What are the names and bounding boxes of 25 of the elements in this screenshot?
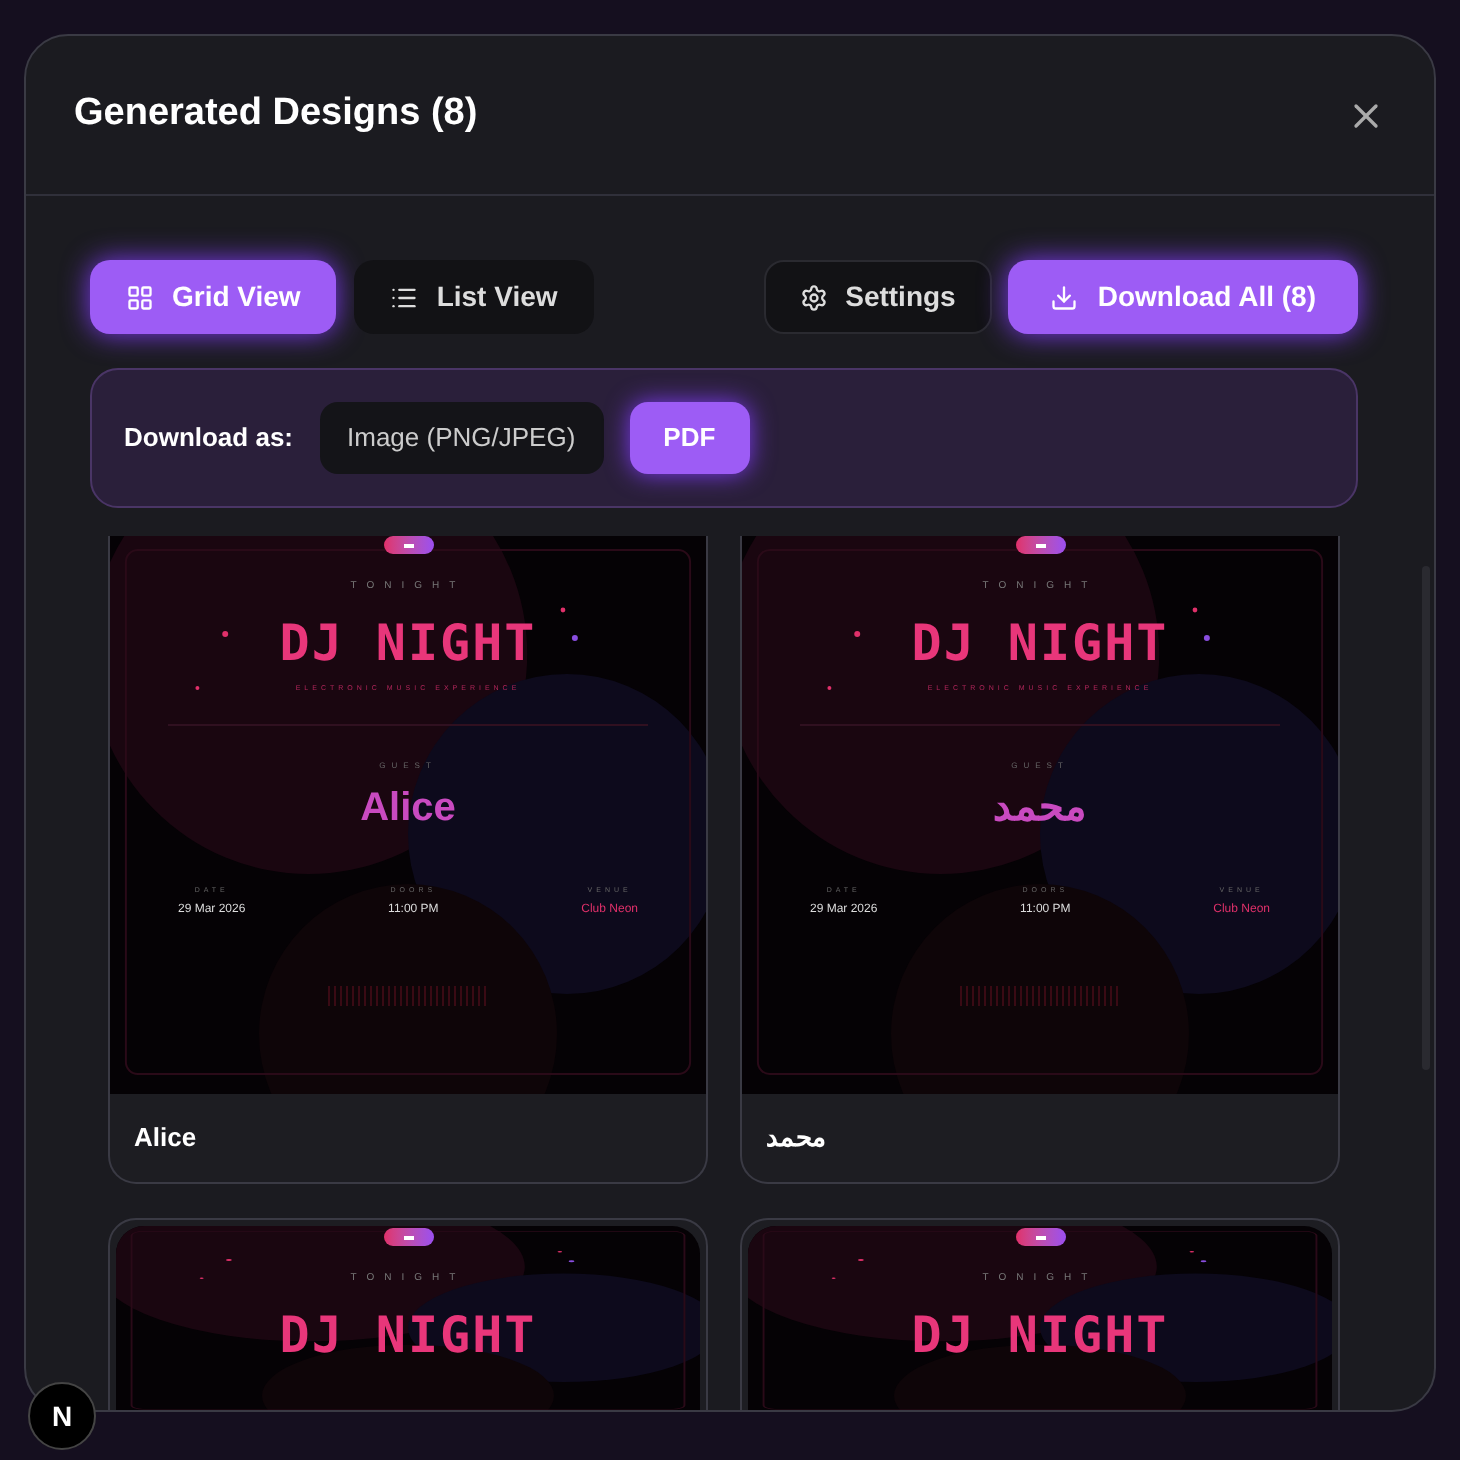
grid-icon [126,283,154,311]
poster-title: DJ NIGHT [911,1309,1169,1359]
settings-icon [799,283,828,311]
download-all-button[interactable]: Download All (8) [1007,260,1358,334]
dialog-title: Generated Designs (8) [74,90,478,139]
view-tab[interactable]: Grid View [90,260,337,334]
poster-title: DJ NIGHT [279,617,537,667]
guest-name: محمد [993,787,1087,828]
download-as-label: Download as: [124,420,294,457]
design-name: محمد [766,1120,826,1157]
badge-icon [383,536,433,554]
view-tab[interactable]: List View [354,260,594,334]
settings-button[interactable]: Settings [763,260,992,334]
badge-icon [1015,1228,1065,1246]
format-option[interactable]: Image (PNG/JPEG) [319,402,604,474]
poster-title: DJ NIGHT [279,1309,537,1359]
badge-icon [1015,536,1065,554]
badge-icon [383,1228,433,1246]
format-option[interactable]: PDF [629,402,750,474]
guest-name: Alice [360,787,456,828]
poster-title: DJ NIGHT [911,617,1169,667]
dev-badge[interactable]: N [28,1382,96,1450]
design-name: Alice [134,1120,197,1157]
download-icon [1049,283,1078,311]
list-icon [390,283,419,311]
